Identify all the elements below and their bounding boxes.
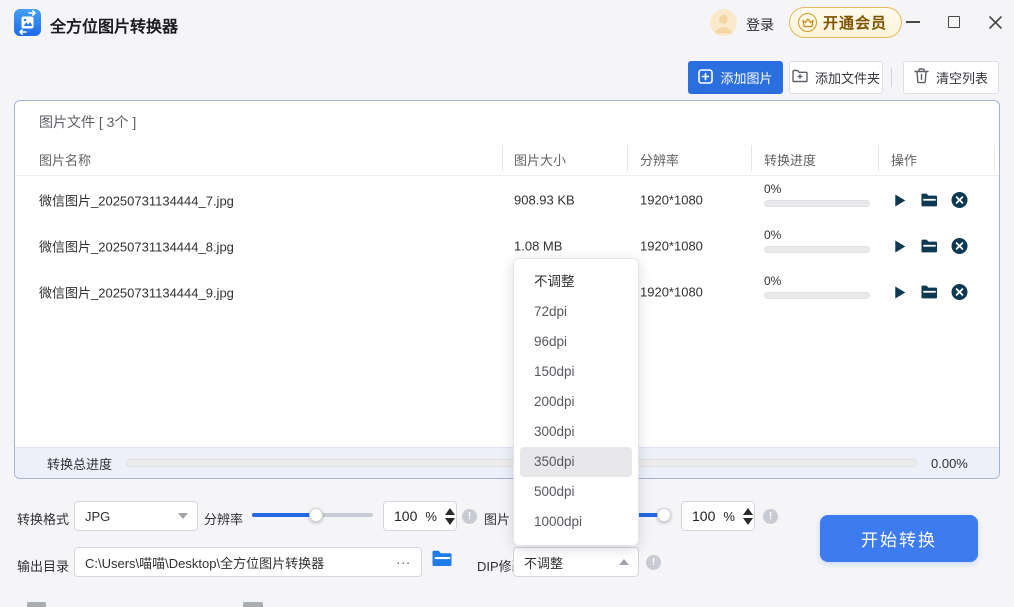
maximize-button[interactable]	[943, 11, 965, 33]
total-progress-value: 0.00%	[931, 456, 983, 471]
info-icon	[462, 509, 477, 524]
open-folder-icon[interactable]	[921, 238, 938, 255]
dpi-option[interactable]: 不调整	[520, 267, 632, 297]
progress-bar	[764, 292, 870, 299]
open-folder-icon[interactable]	[921, 284, 938, 301]
dpi-option[interactable]: 500dpi	[520, 477, 632, 507]
info-icon	[646, 555, 661, 570]
file-progress: 0%	[764, 182, 870, 207]
column-header-size: 图片大小	[514, 150, 566, 169]
file-name: 微信图片_20250731134444_8.jpg	[39, 237, 234, 256]
resolution-spinner[interactable]: 100 %	[383, 501, 457, 531]
spinner-arrows[interactable]	[743, 508, 753, 525]
open-folder-icon[interactable]	[921, 192, 938, 209]
clipped-bottom-icon	[27, 602, 46, 607]
dpi-option[interactable]: 1000dpi	[520, 507, 632, 537]
resolution-label: 分辨率	[204, 509, 243, 528]
info-icon	[763, 509, 778, 524]
close-button[interactable]	[984, 11, 1006, 33]
file-resolution: 1920*1080	[640, 239, 703, 254]
remove-icon[interactable]	[951, 238, 968, 255]
resolution-slider[interactable]	[252, 508, 373, 522]
titlebar: 全方位图片转换器 登录 开通会员	[0, 0, 1014, 46]
play-icon[interactable]	[891, 238, 908, 255]
quality-spinner[interactable]: 100 %	[681, 501, 755, 531]
app-title: 全方位图片转换器	[50, 13, 178, 37]
dpi-option-highlighted[interactable]: 350dpi	[520, 447, 632, 477]
spin-down-icon	[743, 518, 753, 525]
output-folder-icon[interactable]	[432, 550, 453, 572]
app-logo-icon	[14, 9, 41, 36]
open-vip-button[interactable]: 开通会员	[789, 7, 902, 38]
minimize-button[interactable]	[902, 11, 924, 33]
table-row[interactable]: 微信图片_20250731134444_7.jpg 908.93 KB 1920…	[15, 177, 999, 223]
play-icon[interactable]	[891, 284, 908, 301]
add-folder-button[interactable]: 添加文件夹	[789, 61, 883, 94]
spin-down-icon	[445, 518, 455, 525]
column-header-actions: 操作	[891, 150, 917, 169]
dpi-option[interactable]: 96dpi	[520, 327, 632, 357]
trash-icon	[914, 68, 929, 87]
quality-label: 图片	[484, 509, 510, 528]
spin-up-icon	[743, 508, 753, 515]
format-label: 转换格式	[17, 509, 69, 528]
file-count-title: 图片文件 [ 3个 ]	[39, 112, 136, 132]
total-progress-bar-row: 转换总进度 0.00%	[15, 447, 999, 478]
slider-thumb[interactable]	[309, 508, 323, 522]
app-window: 全方位图片转换器 登录 开通会员	[0, 0, 1014, 607]
total-progress-label: 转换总进度	[47, 454, 112, 473]
toolbar-divider	[891, 68, 892, 87]
column-header-resolution: 分辨率	[640, 150, 679, 169]
clear-list-button[interactable]: 清空列表	[903, 61, 999, 94]
column-header-name: 图片名称	[39, 150, 91, 169]
chevron-down-icon	[178, 513, 188, 519]
dpi-dropdown-menu: 不调整 72dpi 96dpi 150dpi 200dpi 300dpi 350…	[513, 258, 639, 546]
add-folder-icon	[792, 69, 808, 86]
output-dir-label: 输出目录	[17, 556, 69, 575]
browse-button[interactable]: ...	[396, 551, 411, 567]
dpi-option[interactable]: 150dpi	[520, 357, 632, 387]
dpi-option[interactable]: 300dpi	[520, 417, 632, 447]
file-size: 908.93 KB	[514, 193, 575, 208]
chevron-up-icon	[619, 559, 629, 565]
crown-icon	[798, 13, 817, 32]
output-path-field-wrap: ...	[74, 547, 422, 577]
add-image-icon	[698, 69, 713, 87]
table-row[interactable]: 微信图片_20250731134444_8.jpg 1.08 MB 1920*1…	[15, 223, 999, 269]
spin-up-icon	[445, 508, 455, 515]
open-vip-label: 开通会员	[823, 12, 887, 33]
column-header-progress: 转换进度	[764, 150, 816, 169]
file-name: 微信图片_20250731134444_7.jpg	[39, 191, 234, 210]
avatar[interactable]	[710, 9, 737, 36]
dip-select[interactable]: 不调整	[513, 547, 639, 577]
table-header: 图片名称 图片大小 分辨率 转换进度 操作	[15, 141, 999, 176]
remove-icon[interactable]	[951, 284, 968, 301]
file-size: 1.08 MB	[514, 239, 562, 254]
spinner-arrows[interactable]	[445, 508, 455, 525]
dpi-option[interactable]: 72dpi	[520, 297, 632, 327]
format-select[interactable]: JPG	[74, 501, 198, 531]
progress-bar	[764, 246, 870, 253]
file-name: 微信图片_20250731134444_9.jpg	[39, 283, 234, 302]
file-progress: 0%	[764, 228, 870, 253]
output-path-input[interactable]	[75, 548, 421, 576]
add-image-button[interactable]: 添加图片	[688, 61, 783, 94]
login-button[interactable]: 登录	[746, 15, 774, 35]
file-resolution: 1920*1080	[640, 285, 703, 300]
progress-bar	[764, 200, 870, 207]
play-icon[interactable]	[891, 192, 908, 209]
file-list-panel: 图片文件 [ 3个 ] 图片名称 图片大小 分辨率 转换进度 操作 微信图片_2…	[14, 100, 1000, 479]
table-row[interactable]: 微信图片_20250731134444_9.jpg 3 1920*1080 0%	[15, 269, 999, 315]
dpi-option[interactable]: 200dpi	[520, 387, 632, 417]
file-progress: 0%	[764, 274, 870, 299]
clipped-bottom-icon	[243, 602, 263, 607]
file-resolution: 1920*1080	[640, 193, 703, 208]
remove-icon[interactable]	[951, 192, 968, 209]
slider-thumb[interactable]	[657, 508, 671, 522]
start-convert-button[interactable]: 开始转换	[820, 515, 978, 562]
